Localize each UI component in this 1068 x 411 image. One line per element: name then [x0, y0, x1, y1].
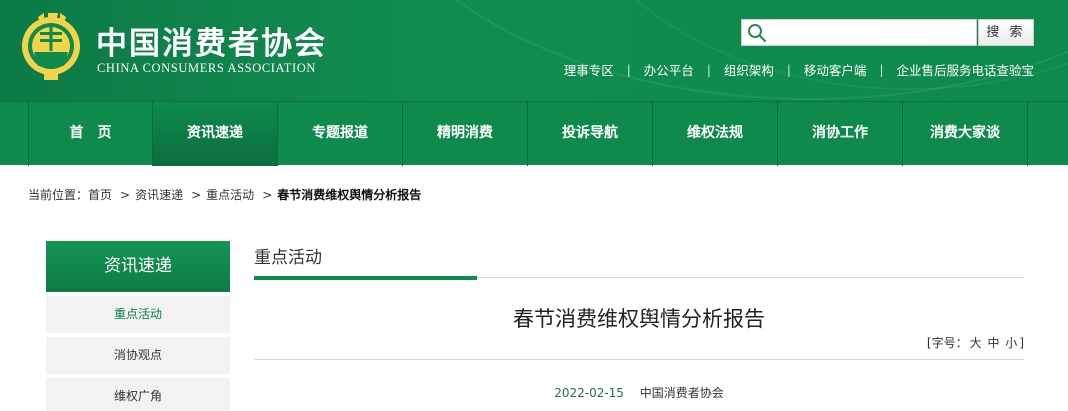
main-nav: 首 页 资讯速递 专题报道 精明消费 投诉导航 维权法规 消协工作 消费大家谈: [0, 101, 1068, 166]
breadcrumb-current: 春节消费维权舆情分析报告: [277, 188, 422, 202]
nav-item-news[interactable]: 资讯速递: [153, 102, 278, 166]
breadcrumb-home[interactable]: 首页: [88, 186, 112, 203]
nav-item-home[interactable]: 首 页: [28, 102, 153, 166]
nav-item-complaint-guide[interactable]: 投诉导航: [528, 102, 653, 166]
breadcrumb-key-activities[interactable]: 重点活动: [206, 186, 254, 203]
top-link-service-check[interactable]: 企业售后服务电话查验宝: [896, 60, 1034, 79]
top-link-organization[interactable]: 组织架构: [724, 60, 774, 79]
font-size-label: [字号：: [926, 336, 968, 350]
nav-item-smart-consumption[interactable]: 精明消费: [403, 102, 528, 166]
link-separator: |: [786, 62, 791, 77]
search-box: [741, 19, 977, 46]
site-logo-subtitle: CHINA CONSUMERS ASSOCIATION: [97, 61, 317, 75]
site-logo-title[interactable]: 中国消费者协会: [96, 18, 327, 63]
nav-item-special-reports[interactable]: 专题报道: [278, 102, 403, 166]
section-title: 重点活动: [254, 248, 322, 268]
font-size-end: ]: [1019, 336, 1024, 350]
link-separator: |: [879, 62, 884, 77]
article-divider: [254, 359, 1024, 360]
site-header: 中国消费者协会 CHINA CONSUMERS ASSOCIATION 搜 索 …: [0, 0, 1068, 101]
cca-emblem-icon[interactable]: [20, 10, 82, 82]
article-date: 2022-02-15: [554, 386, 624, 400]
link-separator: |: [706, 62, 711, 77]
font-size-control: [字号：大 中 小]: [925, 334, 1024, 351]
search-button[interactable]: 搜 索: [978, 19, 1034, 46]
font-size-small[interactable]: 小: [1005, 336, 1017, 350]
breadcrumb-arrow: >: [191, 187, 202, 202]
font-size-medium[interactable]: 中: [987, 336, 999, 350]
top-link-council[interactable]: 理事专区: [564, 60, 614, 79]
sidebar-title: 资讯速递: [46, 241, 230, 292]
nav-item-consumer-forum[interactable]: 消费大家谈: [903, 102, 1028, 166]
article-title: 春节消费维权舆情分析报告: [513, 307, 765, 331]
breadcrumb-news[interactable]: 资讯速递: [135, 186, 183, 203]
breadcrumb-arrow: >: [120, 187, 131, 202]
breadcrumb: 当前位置： 首页 > 资讯速递 > 重点活动 > 春节消费维权舆情分析报告: [28, 186, 421, 203]
sidebar-item-key-activities[interactable]: 重点活动: [46, 296, 230, 333]
link-separator: |: [626, 62, 631, 77]
article-meta: 2022-02-15 中国消费者协会: [254, 384, 1024, 401]
section-accent-bar: [254, 276, 477, 280]
breadcrumb-label: 当前位置：: [28, 188, 89, 202]
article-source: 中国消费者协会: [639, 386, 724, 400]
breadcrumb-arrow: >: [262, 187, 273, 202]
sidebar-item-rights-panorama[interactable]: 维权广角: [46, 378, 230, 411]
search-icon: [748, 24, 767, 43]
search-input[interactable]: [770, 22, 974, 43]
nav-item-association-work[interactable]: 消协工作: [778, 102, 903, 166]
top-links: 理事专区 | 办公平台 | 组织架构 | 移动客户端 | 企业售后服务电话查验宝: [564, 60, 1034, 79]
top-link-office[interactable]: 办公平台: [644, 60, 694, 79]
top-link-mobile[interactable]: 移动客户端: [804, 60, 867, 79]
font-size-large[interactable]: 大: [970, 336, 982, 350]
nav-item-rights-law[interactable]: 维权法规: [653, 102, 778, 166]
sidebar-item-association-views[interactable]: 消协观点: [46, 337, 230, 374]
